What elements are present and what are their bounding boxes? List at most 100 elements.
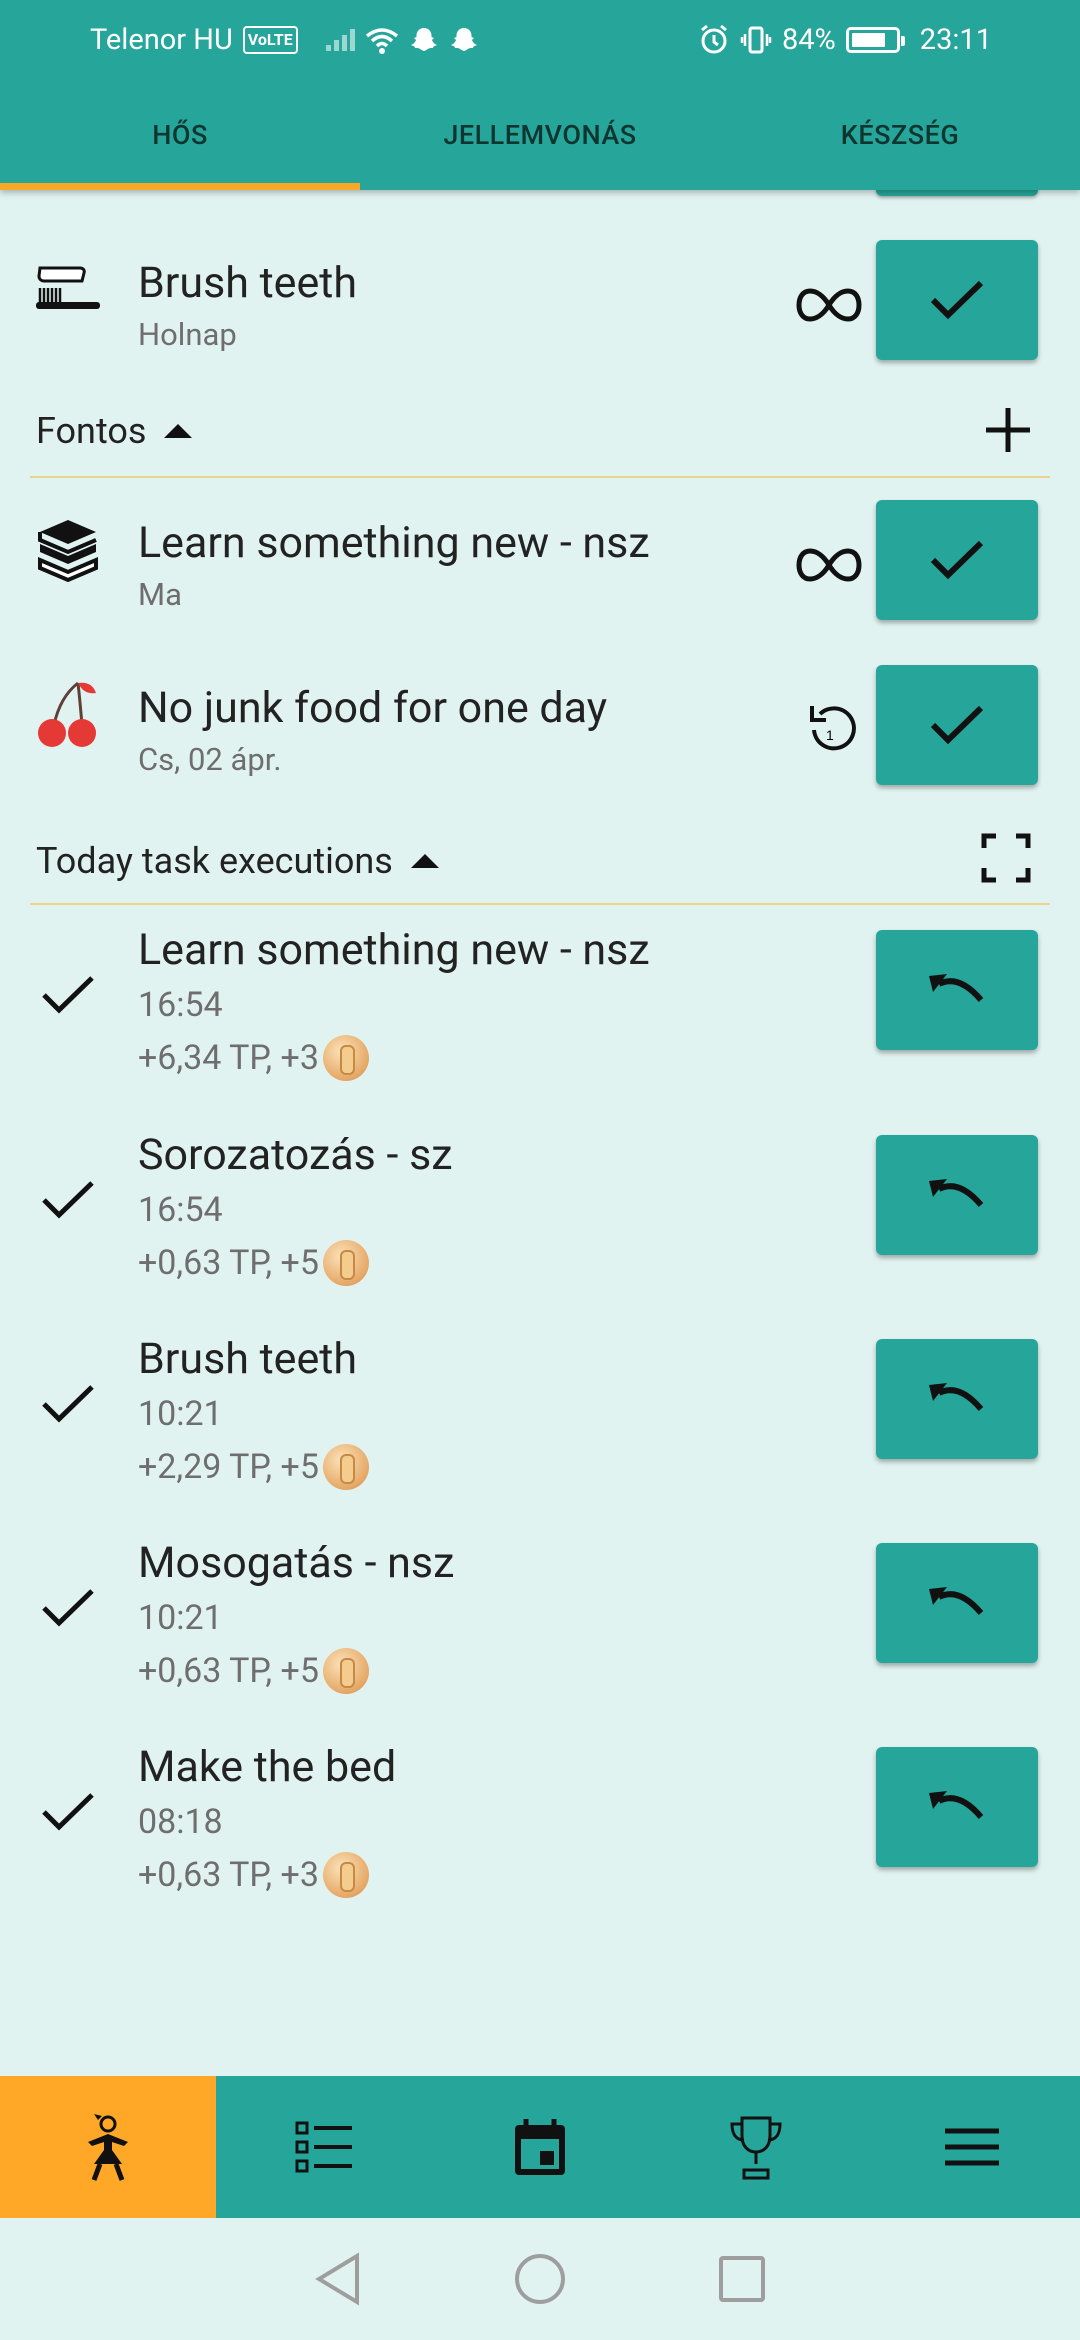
clock: 23:11	[919, 23, 992, 57]
section-header-fontos: Fontos	[0, 408, 1080, 480]
execution-reward: +0,63 TP, +3	[138, 1852, 369, 1898]
reward-text: +0,63 TP, +3	[138, 1855, 319, 1895]
status-bar: Telenor HU VoLTE 84% 23:11	[0, 0, 1080, 80]
execution-row: Learn something new - nsz 16:54 +6,34 TP…	[0, 925, 1080, 1120]
calendar-icon	[515, 2119, 565, 2175]
undo-button[interactable]	[876, 1135, 1038, 1255]
nav-achievements[interactable]	[648, 2076, 864, 2218]
section-title: Fontos	[36, 410, 147, 452]
section-toggle-executions[interactable]: Today task executions	[36, 840, 439, 882]
tab-keszseg[interactable]: KÉSZSÉG	[720, 80, 1080, 190]
alarm-icon	[701, 24, 727, 54]
infinity-icon	[796, 288, 862, 322]
execution-reward: +0,63 TP, +5	[138, 1240, 369, 1286]
coin-icon	[322, 1852, 369, 1898]
vibrate-icon	[740, 26, 772, 54]
task-row[interactable]: No junk food for one day Cs, 02 ápr. 1	[0, 665, 1080, 795]
execution-title: Brush teeth	[138, 1334, 358, 1384]
execution-row: Sorozatozás - sz 16:54 +0,63 TP, +5	[0, 1130, 1080, 1325]
reward-text: +2,29 TP, +5	[138, 1447, 319, 1487]
section-title: Today task executions	[36, 840, 393, 882]
section-toggle-fontos[interactable]: Fontos	[36, 410, 193, 452]
execution-row: Make the bed 08:18 +0,63 TP, +3	[0, 1742, 1080, 1937]
trophy-icon	[730, 2116, 782, 2180]
hero-icon	[88, 2114, 128, 2181]
tab-hos[interactable]: HŐS	[0, 80, 360, 190]
execution-title: Learn something new - nsz	[138, 925, 650, 975]
complete-button[interactable]	[876, 240, 1038, 360]
task-title: Learn something new - nsz	[138, 518, 650, 568]
snapchat-icon	[410, 28, 437, 51]
undo-icon	[929, 1179, 984, 1207]
collapse-arrow-icon	[410, 854, 439, 868]
task-date: Cs, 02 ápr.	[138, 741, 282, 778]
execution-time: 16:54	[138, 1190, 223, 1230]
task-title: Brush teeth	[138, 258, 358, 308]
section-header-executions: Today task executions	[0, 833, 1080, 910]
check-icon	[930, 705, 984, 745]
task-title: No junk food for one day	[138, 683, 608, 733]
execution-row: Brush teeth 10:21 +2,29 TP, +5	[0, 1334, 1080, 1529]
undo-button[interactable]	[876, 1543, 1038, 1663]
done-check-icon	[42, 1793, 94, 1831]
execution-time: 08:18	[138, 1802, 223, 1842]
wifi-icon	[365, 28, 398, 54]
coin-icon	[322, 1444, 369, 1490]
svg-text:1: 1	[826, 727, 834, 743]
menu-icon	[945, 2128, 999, 2166]
volte-badge: VoLTE	[242, 26, 298, 54]
reward-text: +0,63 TP, +5	[138, 1651, 319, 1691]
home-icon[interactable]	[513, 2252, 567, 2306]
system-navigation	[0, 2218, 1080, 2340]
section-divider	[30, 903, 1050, 905]
execution-row: Mosogatás - nsz 10:21 +0,63 TP, +5	[0, 1538, 1080, 1733]
check-icon	[930, 540, 984, 580]
task-date: Ma	[138, 576, 182, 613]
collapse-arrow-icon	[164, 424, 193, 438]
tab-bar: HŐS JELLEMVONÁS KÉSZSÉG	[0, 80, 1080, 190]
coin-icon	[322, 1035, 369, 1081]
task-row[interactable]: Learn something new - nsz Ma	[0, 500, 1080, 630]
nav-task-list[interactable]	[216, 2076, 432, 2218]
infinity-icon	[796, 548, 862, 582]
snapchat-icon-2	[450, 28, 477, 51]
reward-text: +0,63 TP, +5	[138, 1243, 319, 1283]
undo-icon	[929, 1587, 984, 1615]
execution-time: 16:54	[138, 985, 223, 1025]
execution-title: Make the bed	[138, 1742, 397, 1792]
execution-title: Mosogatás - nsz	[138, 1538, 455, 1588]
task-row[interactable]: Brush teeth Holnap	[0, 240, 1080, 370]
nav-calendar[interactable]	[432, 2076, 648, 2218]
execution-reward: +0,63 TP, +5	[138, 1648, 369, 1694]
execution-title: Sorozatozás - sz	[138, 1130, 453, 1180]
tab-jellemvonas[interactable]: JELLEMVONÁS	[360, 80, 720, 190]
complete-button[interactable]	[876, 665, 1038, 785]
cherry-icon	[38, 681, 96, 747]
add-icon[interactable]	[980, 402, 1036, 458]
recents-icon[interactable]	[717, 2254, 767, 2304]
undo-icon	[929, 1383, 984, 1411]
execution-reward: +6,34 TP, +3	[138, 1035, 369, 1081]
task-list-icon	[295, 2121, 352, 2173]
execution-reward: +2,29 TP, +5	[138, 1444, 369, 1490]
complete-button[interactable]	[876, 500, 1038, 620]
undo-button[interactable]	[876, 1747, 1038, 1867]
task-date: Holnap	[138, 316, 237, 353]
bottom-navigation	[0, 2076, 1080, 2218]
app-header: Telenor HU VoLTE 84% 23:11 HŐS JELLEMVON…	[0, 0, 1080, 190]
done-check-icon	[42, 1589, 94, 1627]
repeat-once-icon: 1	[810, 706, 856, 751]
done-check-icon	[42, 976, 94, 1014]
battery-icon	[845, 27, 905, 53]
books-icon	[38, 520, 98, 583]
undo-button[interactable]	[876, 930, 1038, 1050]
fullscreen-icon[interactable]	[980, 832, 1032, 884]
undo-button[interactable]	[876, 1339, 1038, 1459]
carrier-label: Telenor HU	[90, 23, 233, 57]
battery-percent: 84%	[781, 23, 836, 57]
back-icon[interactable]	[313, 2252, 363, 2306]
nav-hero[interactable]	[0, 2076, 216, 2218]
done-check-icon	[42, 1385, 94, 1423]
undo-icon	[929, 974, 984, 1002]
nav-menu[interactable]	[864, 2076, 1080, 2218]
